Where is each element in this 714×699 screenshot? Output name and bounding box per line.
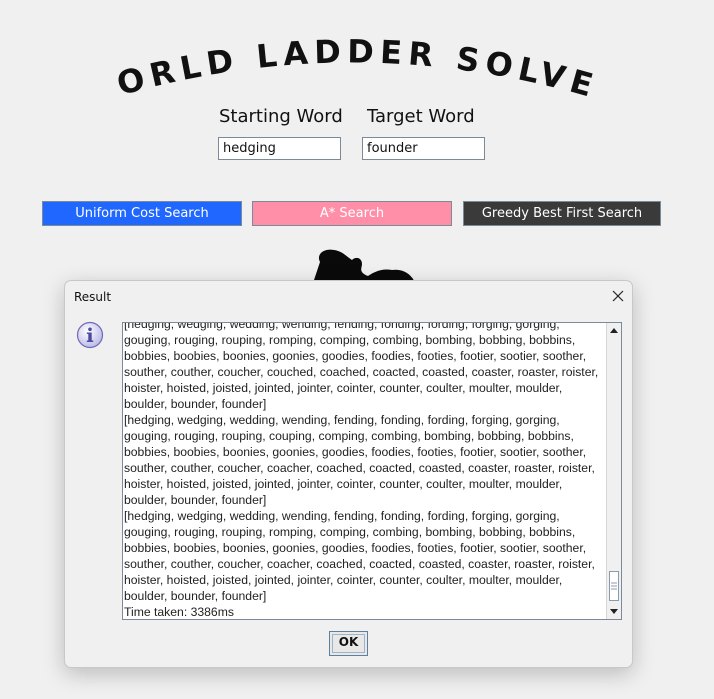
ok-focus-ring bbox=[332, 634, 365, 653]
app-title-text: WORLD LADDER SOLVER bbox=[0, 20, 597, 100]
target-word-input[interactable]: founder bbox=[362, 137, 485, 160]
uniform-cost-search-button[interactable]: Uniform Cost Search bbox=[42, 201, 242, 226]
close-icon[interactable] bbox=[611, 289, 625, 303]
result-dialog: Result [hedging, wedging, wedding, wendi… bbox=[64, 280, 633, 668]
starting-word-label: Starting Word bbox=[219, 106, 343, 127]
greedy-best-first-search-button[interactable]: Greedy Best First Search bbox=[463, 201, 661, 226]
result-text: [hedging, wedging, wedding, wending, fen… bbox=[124, 322, 599, 619]
scrollbar-thumb[interactable] bbox=[609, 571, 619, 601]
ok-button[interactable]: OK bbox=[329, 631, 368, 656]
info-icon bbox=[76, 321, 104, 349]
result-text-area[interactable]: [hedging, wedging, wedding, wending, fen… bbox=[122, 322, 622, 620]
grip-icon bbox=[611, 582, 617, 590]
dialog-title: Result bbox=[74, 290, 112, 304]
starting-word-input[interactable]: hedging bbox=[218, 137, 341, 160]
scroll-up-icon[interactable] bbox=[609, 326, 619, 336]
a-star-search-button[interactable]: A* Search bbox=[252, 201, 452, 226]
svg-text:WORLD LADDER SOLVER: WORLD LADDER SOLVER bbox=[0, 20, 603, 100]
vertical-scrollbar[interactable] bbox=[606, 323, 621, 619]
app-title: WORLD LADDER SOLVER bbox=[0, 20, 603, 100]
target-word-label: Target Word bbox=[367, 106, 475, 127]
scroll-down-icon[interactable] bbox=[609, 606, 619, 616]
